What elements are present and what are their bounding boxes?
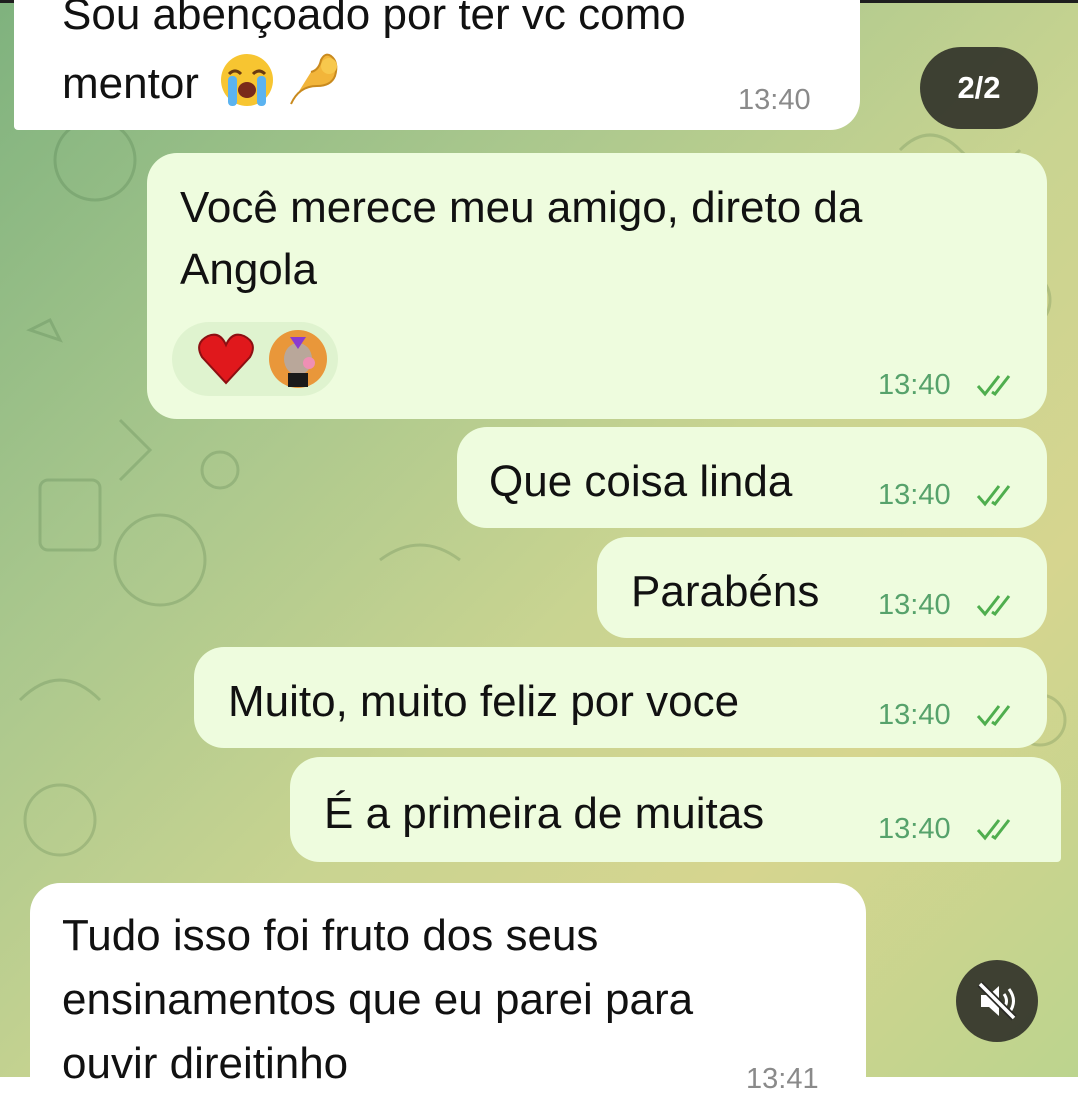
message-time: 13:40	[878, 369, 951, 401]
speaker-muted-icon	[977, 981, 1017, 1021]
double-check-icon	[976, 375, 1011, 397]
message-text-line-2: mentor	[62, 59, 199, 108]
outgoing-message-bubble[interactable]: Que coisa linda 13:40	[457, 427, 1047, 528]
avatar-icon[interactable]	[268, 329, 328, 389]
message-time: 13:40	[878, 813, 951, 845]
message-text-line: mentor	[62, 52, 349, 115]
outgoing-message-bubble[interactable]: Muito, muito feliz por voce 13:40	[194, 647, 1047, 748]
message-time: 13:41	[746, 1063, 819, 1095]
outgoing-message-bubble[interactable]: É a primeira de muitas 13:40	[290, 757, 1061, 862]
message-time: 13:40	[738, 84, 811, 116]
message-time: 13:40	[878, 699, 951, 731]
message-text-line: Muito, muito feliz por voce	[228, 677, 740, 726]
message-text-line: ensinamentos que eu parei para	[62, 975, 694, 1024]
message-text-line: É a primeira de muitas	[324, 789, 765, 838]
pinching-hand-icon	[290, 53, 338, 105]
loudly-crying-face-icon	[221, 54, 274, 106]
message-text-line: Angola	[180, 245, 318, 294]
double-check-icon	[976, 595, 1011, 617]
message-text-line: Que coisa linda	[489, 457, 793, 506]
double-check-icon	[976, 819, 1011, 841]
double-check-icon	[976, 485, 1011, 507]
incoming-message-bubble[interactable]: Tudo isso foi fruto dos seus ensinamento…	[30, 883, 866, 1113]
mute-button[interactable]	[956, 960, 1038, 1042]
media-counter-badge: 2/2	[920, 47, 1038, 129]
outgoing-message-bubble[interactable]: Parabéns 13:40	[597, 537, 1047, 638]
message-text-line: Você merece meu amigo, direto da	[180, 183, 863, 232]
incoming-message-bubble[interactable]: Sou abençoado por ter vc como mentor 13:…	[14, 0, 860, 130]
reactions-bar[interactable]	[172, 322, 338, 396]
red-heart-icon[interactable]	[196, 331, 256, 387]
message-text-line: Sou abençoado por ter vc como	[62, 0, 686, 39]
message-text-line: Tudo isso foi fruto dos seus	[62, 911, 599, 960]
message-time: 13:40	[878, 479, 951, 511]
message-text-line: ouvir direitinho	[62, 1039, 349, 1088]
double-check-icon	[976, 705, 1011, 727]
message-text-line: Parabéns	[631, 567, 820, 616]
message-time: 13:40	[878, 589, 951, 621]
